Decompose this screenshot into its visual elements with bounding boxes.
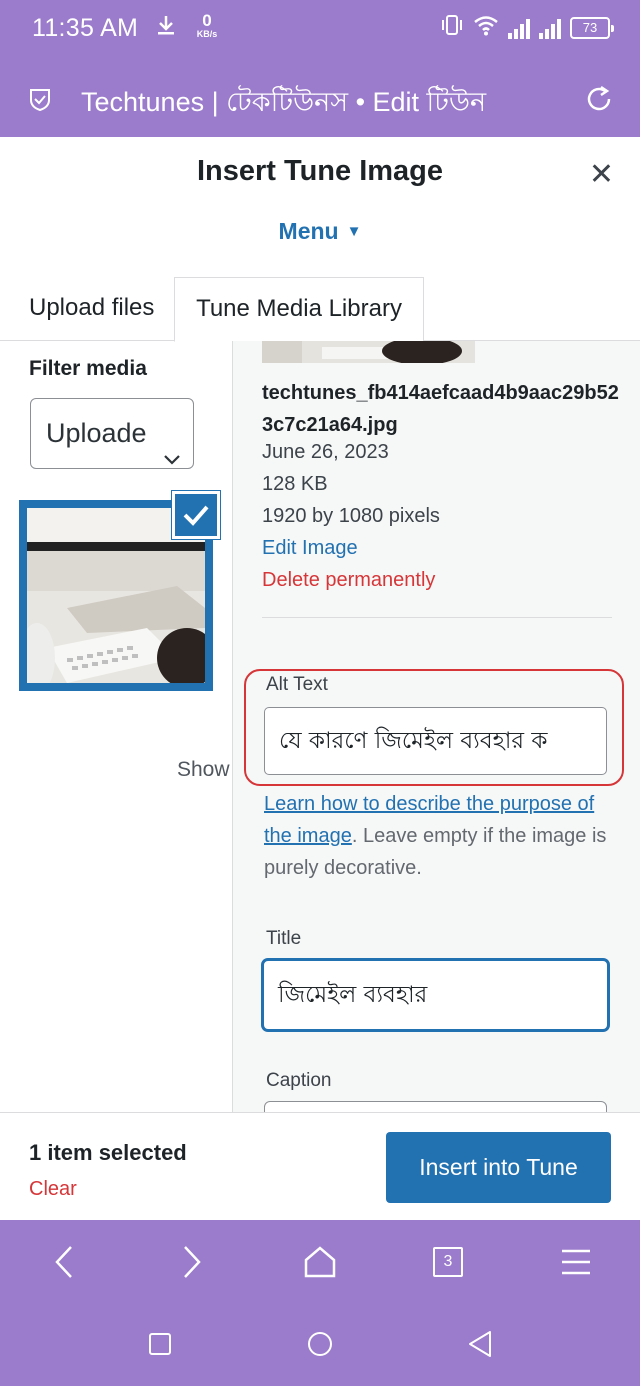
selection-count: 1 item selected bbox=[29, 1140, 187, 1165]
vibrate-icon bbox=[440, 14, 464, 41]
network-speed: 0 KB/s bbox=[196, 11, 218, 39]
modal-footer: 1 item selected Clear Insert into Tune bbox=[0, 1112, 640, 1220]
insert-into-tune-button[interactable]: Insert into Tune bbox=[386, 1132, 611, 1203]
attachment-date: June 26, 2023 bbox=[262, 441, 389, 463]
filter-media-select[interactable]: Uploade bbox=[30, 398, 194, 469]
filter-media-label: Filter media bbox=[29, 357, 147, 380]
alt-text-highlight bbox=[244, 669, 624, 786]
caption-label: Caption bbox=[266, 1070, 332, 1091]
reload-icon[interactable] bbox=[584, 84, 614, 119]
show-text: Show bbox=[177, 758, 230, 781]
forward-icon[interactable] bbox=[172, 1242, 212, 1282]
edit-image-link[interactable]: Edit Image bbox=[262, 537, 358, 560]
alt-text-help: Learn how to describe the purpose of the… bbox=[264, 788, 624, 884]
close-icon[interactable]: ✕ bbox=[589, 160, 614, 190]
caret-down-icon: ▼ bbox=[346, 223, 362, 240]
delete-permanently-link[interactable]: Delete permanently bbox=[262, 569, 435, 592]
attachment-dimensions: 1920 by 1080 pixels bbox=[262, 505, 440, 527]
tab-count: 3 bbox=[433, 1247, 463, 1277]
status-bar: 11:35 AM 0 KB/s 73 bbox=[0, 0, 640, 60]
clear-selection-link[interactable]: Clear bbox=[29, 1178, 77, 1201]
signal-icon bbox=[508, 17, 530, 39]
browser-page-title[interactable]: Techtunes | টেকটিউনস • Edit টিউন bbox=[81, 82, 486, 127]
browser-nav: 3 bbox=[0, 1220, 640, 1302]
back-icon[interactable] bbox=[44, 1242, 84, 1282]
chevron-down-icon bbox=[163, 423, 181, 468]
system-back-icon[interactable] bbox=[466, 1330, 494, 1358]
attachment-filename: techtunes_fb414aefcaad4b9aac29b523c7c21a… bbox=[262, 382, 619, 436]
divider bbox=[262, 617, 612, 618]
download-icon bbox=[156, 14, 176, 42]
detail-thumbnail bbox=[262, 341, 475, 363]
status-time: 11:35 AM bbox=[32, 14, 139, 42]
filter-media-value: Uploade bbox=[46, 418, 147, 448]
shield-check-icon[interactable] bbox=[28, 87, 52, 116]
title-input[interactable]: জিমেইল ব্যবহার bbox=[262, 959, 609, 1031]
menu-toggle[interactable]: Menu ▼ bbox=[0, 218, 640, 245]
signal-icon-2 bbox=[539, 17, 561, 39]
tab-upload-files[interactable]: Upload files bbox=[29, 277, 154, 341]
menu-icon[interactable] bbox=[556, 1242, 596, 1282]
recent-apps-icon[interactable] bbox=[146, 1330, 174, 1358]
wifi-icon bbox=[473, 14, 499, 41]
tabs-button[interactable]: 3 bbox=[428, 1242, 468, 1282]
selected-check-icon[interactable] bbox=[172, 491, 220, 539]
tab-media-library[interactable]: Tune Media Library bbox=[174, 277, 424, 342]
modal-title: Insert Tune Image bbox=[196, 155, 444, 187]
menu-label: Menu bbox=[278, 218, 339, 244]
browser-bar: Techtunes | টেকটিউনস • Edit টিউন bbox=[0, 60, 640, 137]
system-home-icon[interactable] bbox=[306, 1330, 334, 1358]
title-label: Title bbox=[266, 928, 302, 949]
media-tabs: Upload files Tune Media Library bbox=[0, 277, 640, 342]
battery-icon: 73 bbox=[570, 16, 614, 39]
system-nav bbox=[0, 1302, 640, 1386]
home-icon[interactable] bbox=[300, 1242, 340, 1282]
attachment-size: 128 KB bbox=[262, 473, 328, 495]
